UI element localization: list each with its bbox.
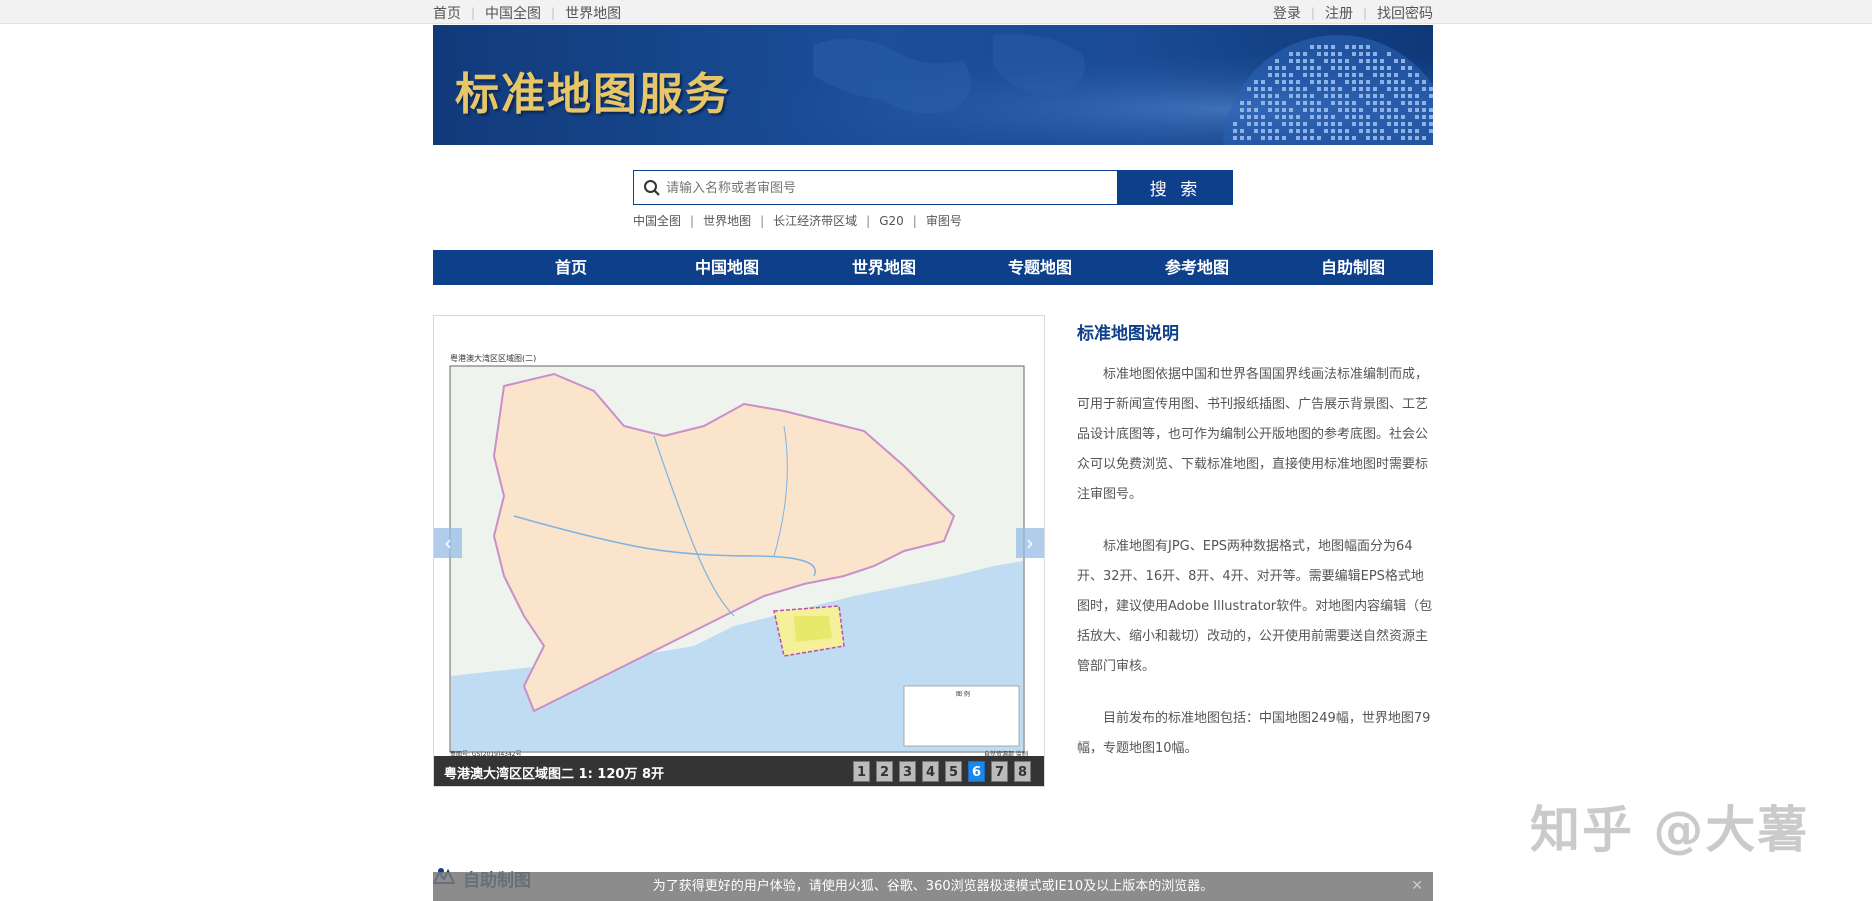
search-icon — [643, 179, 661, 201]
divider: | — [912, 213, 917, 228]
pager-item[interactable]: 5 — [945, 761, 962, 782]
nav-world-map[interactable]: 世界地图 — [834, 250, 934, 285]
map-image[interactable]: 粤港澳大湾区区域图(二) 图 例 审图号: GS(2019)4342号 自然资源… — [434, 316, 1044, 758]
divider: | — [1310, 6, 1315, 20]
pager-item[interactable]: 8 — [1014, 761, 1031, 782]
description-paragraph: 标准地图有JPG、EPS两种数据格式，地图幅面分为64开、32开、16开、8开、… — [1077, 539, 1433, 674]
top-right-links: 登录 | 注册 | 找回密码 — [1273, 3, 1433, 23]
chevron-left-icon: ‹ — [444, 531, 452, 555]
nav-reference-map[interactable]: 参考地图 — [1147, 250, 1247, 285]
top-left-links: 首页 | 中国全图 | 世界地图 — [433, 3, 621, 23]
browser-notice-bar: 为了获得更好的用户体验，请使用火狐、谷歌、360浏览器极速模式或IE10及以上版… — [433, 872, 1433, 901]
top-link-home[interactable]: 首页 — [433, 3, 461, 23]
divider: | — [760, 213, 765, 228]
divider: | — [866, 213, 871, 228]
pager-item[interactable]: 2 — [876, 761, 893, 782]
search-input[interactable] — [666, 176, 1106, 200]
nav-china-map[interactable]: 中国地图 — [677, 250, 777, 285]
main-nav: 首页 中国地图 世界地图 专题地图 参考地图 自助制图 — [433, 250, 1433, 285]
map-title: 粤港澳大湾区区域图(二) — [450, 353, 536, 363]
slider-caption-bar: 粤港澳大湾区区域图二 1: 120万 8开 1 2 3 4 5 6 7 8 — [434, 756, 1044, 786]
nav-home[interactable]: 首页 — [521, 250, 621, 285]
divider: | — [690, 213, 695, 228]
slider-pager: 1 2 3 4 5 6 7 8 — [853, 761, 1037, 782]
banner-title: 标准地图服务 — [455, 69, 731, 120]
quick-link-yangtze[interactable]: 长江经济带区域 — [773, 212, 857, 229]
nav-thematic-map[interactable]: 专题地图 — [990, 250, 1090, 285]
login-link[interactable]: 登录 — [1273, 3, 1301, 23]
map-legend-title: 图 例 — [956, 690, 970, 698]
search-box — [633, 170, 1118, 205]
pager-item[interactable]: 4 — [922, 761, 939, 782]
pager-item[interactable]: 7 — [991, 761, 1008, 782]
slider-caption: 粤港澳大湾区区域图二 1: 120万 8开 — [444, 767, 665, 782]
recover-password-link[interactable]: 找回密码 — [1377, 3, 1433, 23]
nav-self-service-map[interactable]: 自助制图 — [1303, 250, 1403, 285]
description-paragraph: 目前发布的标准地图包括：中国地图249幅，世界地图79幅，专题地图10幅。 — [1077, 711, 1431, 756]
top-link-china-map[interactable]: 中国全图 — [485, 3, 541, 23]
quick-link-china[interactable]: 中国全图 — [633, 212, 681, 229]
register-link[interactable]: 注册 — [1325, 3, 1353, 23]
quick-link-g20[interactable]: G20 — [879, 214, 904, 228]
search-button[interactable]: 搜 索 — [1118, 170, 1233, 205]
pager-item-active[interactable]: 6 — [968, 761, 985, 782]
divider: | — [551, 6, 556, 20]
pager-item[interactable]: 1 — [853, 761, 870, 782]
quick-link-world[interactable]: 世界地图 — [703, 212, 751, 229]
chevron-right-icon: › — [1026, 531, 1034, 555]
divider: | — [1362, 6, 1367, 20]
quick-link-review-number[interactable]: 审图号 — [926, 212, 962, 229]
description-title: 标准地图说明 — [1077, 324, 1179, 344]
slider-prev-button[interactable]: ‹ — [434, 528, 462, 558]
pager-item[interactable]: 3 — [899, 761, 916, 782]
divider: | — [471, 6, 476, 20]
site-banner: 标准地图服务 — [433, 25, 1433, 145]
quick-links: 中国全图 | 世界地图 | 长江经济带区域 | G20 | 审图号 — [633, 212, 962, 229]
close-icon[interactable]: ✕ — [1411, 872, 1423, 901]
top-link-world-map[interactable]: 世界地图 — [565, 3, 621, 23]
watermark: 知乎 @大薯 — [1530, 801, 1810, 859]
slider-next-button[interactable]: › — [1016, 528, 1044, 558]
description-paragraph: 标准地图依据中国和世界各国国界线画法标准编制而成，可用于新闻宣传用图、书刊报纸插… — [1077, 367, 1429, 502]
browser-notice-text: 为了获得更好的用户体验，请使用火狐、谷歌、360浏览器极速模式或IE10及以上版… — [652, 879, 1214, 894]
description-panel: 标准地图说明 标准地图依据中国和世界各国国界线画法标准编制而成，可用于新闻宣传用… — [1077, 315, 1433, 786]
map-slider: 粤港澳大湾区区域图(二) 图 例 审图号: GS(2019)4342号 自然资源… — [433, 315, 1045, 787]
top-bar: 首页 | 中国全图 | 世界地图 登录 | 注册 | 找回密码 — [0, 0, 1872, 24]
